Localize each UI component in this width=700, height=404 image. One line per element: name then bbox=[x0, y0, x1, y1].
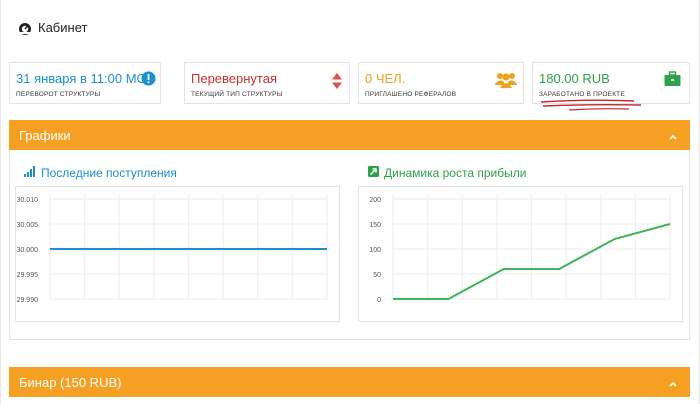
stat-value: 31 января в 11:00 МСК bbox=[16, 71, 154, 86]
signal-bars-icon bbox=[24, 166, 36, 180]
stat-label: Приглашено рефералов bbox=[365, 91, 457, 98]
sort-icon bbox=[331, 72, 343, 95]
stat-card-structure-type: Перевернутая Текущий тип структуры bbox=[184, 62, 350, 104]
y-tick-label: 30.010 bbox=[17, 197, 39, 204]
chart-income: 30.010 30.005 30.000 29.995 29.990 bbox=[17, 195, 328, 304]
chevron-up-icon[interactable] bbox=[668, 376, 678, 387]
stat-card-structure-flip: 31 января в 11:00 МСК Переворот структур… bbox=[9, 62, 161, 104]
stat-label: Текущий тип структуры bbox=[191, 91, 283, 98]
stat-value: 180.00 RUB bbox=[539, 71, 610, 86]
chart-title-income: Последние поступления bbox=[24, 166, 177, 180]
red-underline-annotation bbox=[540, 99, 642, 111]
y-tick-label: 50 bbox=[373, 272, 381, 279]
chart-profit: 200 150 100 50 0 bbox=[369, 195, 671, 304]
graphs-panel-header[interactable]: Графики bbox=[9, 120, 690, 150]
chart-profit-box: 200 150 100 50 0 bbox=[358, 186, 683, 322]
panel-title: Бинар (150 RUB) bbox=[19, 375, 122, 390]
y-tick-label: 29.990 bbox=[17, 297, 39, 304]
stat-label: Переворот структуры bbox=[16, 91, 101, 98]
trend-icon bbox=[368, 166, 379, 180]
dashboard-icon bbox=[18, 21, 32, 35]
y-tick-label: 29.995 bbox=[17, 272, 39, 279]
cabinet-header: Кабинет bbox=[18, 20, 87, 35]
y-tick-label: 30.000 bbox=[17, 247, 39, 254]
stat-value: Перевернутая bbox=[191, 71, 278, 86]
chart-title-text: Динамика роста прибыли bbox=[384, 166, 527, 180]
y-tick-label: 200 bbox=[369, 197, 381, 204]
y-tick-label: 100 bbox=[369, 247, 381, 254]
briefcase-icon bbox=[664, 71, 681, 92]
stats-row: 31 января в 11:00 МСК Переворот структур… bbox=[9, 62, 690, 111]
stat-label: Заработано в проекте bbox=[539, 91, 625, 98]
chart-income-box: 30.010 30.005 30.000 29.995 29.990 bbox=[15, 186, 340, 322]
y-tick-label: 150 bbox=[369, 222, 381, 229]
chart-title-text: Последние поступления bbox=[41, 166, 177, 180]
chevron-up-icon[interactable] bbox=[668, 129, 678, 140]
y-tick-label: 0 bbox=[377, 297, 381, 304]
stat-card-referrals: 0 ЧЕЛ. Приглашено рефералов bbox=[358, 62, 524, 104]
stat-value: 0 ЧЕЛ. bbox=[365, 71, 406, 86]
chart-title-profit: Динамика роста прибыли bbox=[368, 166, 526, 180]
panel-title: Графики bbox=[19, 128, 71, 143]
binary-panel-header[interactable]: Бинар (150 RUB) bbox=[9, 367, 690, 397]
users-icon bbox=[495, 71, 517, 94]
info-icon bbox=[141, 71, 156, 91]
page-title: Кабинет bbox=[38, 20, 88, 35]
y-tick-label: 30.005 bbox=[17, 222, 39, 229]
